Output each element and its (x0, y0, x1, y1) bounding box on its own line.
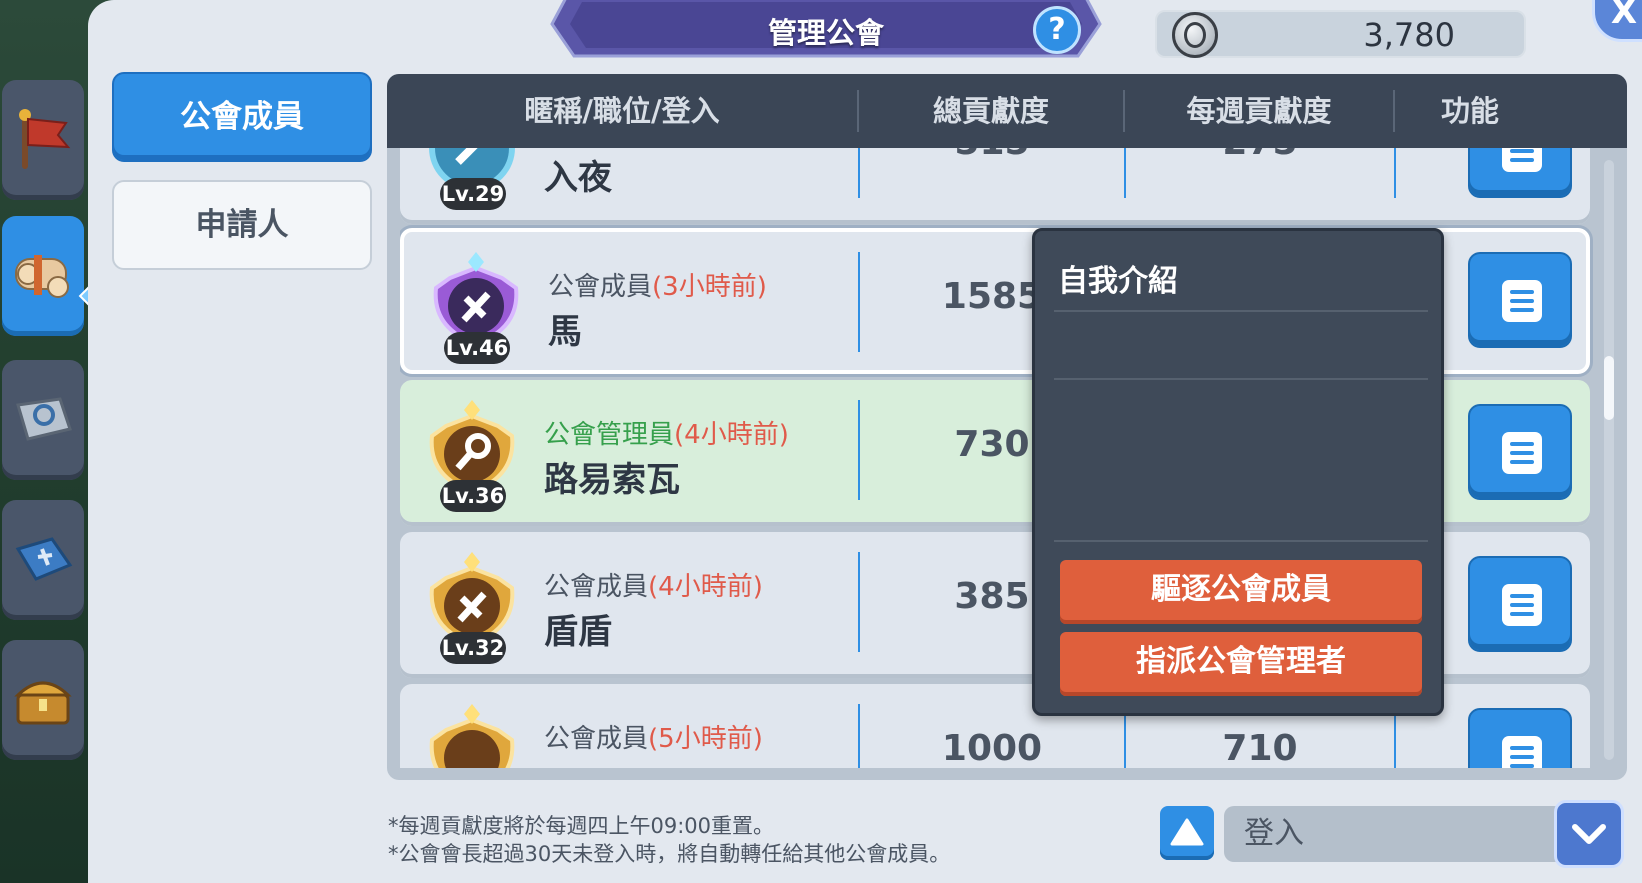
sort-select[interactable]: 登入 (1224, 806, 1564, 862)
flag-icon (19, 109, 71, 169)
rail-button-treasure[interactable] (2, 640, 84, 760)
level-badge: Lv.46 (444, 332, 510, 364)
rail-button-flag[interactable] (2, 80, 84, 200)
column-header-weekly[interactable]: 每週貢獻度 (1125, 74, 1393, 148)
role-label: 公會管理員 (544, 420, 675, 450)
scroll-icon (15, 255, 69, 298)
role-label: 公會成員 (544, 724, 649, 754)
list-icon (1502, 736, 1542, 768)
member-menu-button[interactable] (1468, 404, 1572, 500)
help-button[interactable]: ? (1033, 6, 1081, 54)
rail-button-book[interactable] (2, 500, 84, 620)
last-login: (3小時前) (652, 272, 767, 302)
popup-title: 自我介紹 (1058, 264, 1178, 299)
list-icon (1502, 584, 1542, 626)
last-login: (5小時前) (648, 724, 763, 754)
column-divider (1394, 148, 1396, 198)
rail-button-map[interactable] (2, 360, 84, 480)
weekly-reset-note: *每週貢獻度將於每週四上午09:00重置。 (388, 814, 775, 838)
member-nickname: 盾盾 (544, 612, 612, 652)
scrollbar-thumb[interactable] (1604, 356, 1614, 420)
last-login: (4小時前) (674, 420, 789, 450)
role-label: 公會成員 (544, 572, 649, 602)
column-header-nickname[interactable]: 暱稱/職位/登入 (387, 74, 857, 148)
total-contribution: 1000 (941, 728, 1043, 768)
member-menu-button[interactable] (1468, 556, 1572, 652)
level-badge: Lv.32 (440, 632, 506, 664)
popup-divider (1054, 378, 1428, 380)
weekly-contribution: 275 (1126, 148, 1394, 163)
triangle-up-icon (1170, 818, 1204, 846)
member-menu-button[interactable] (1468, 252, 1572, 348)
sort-order-button[interactable] (1160, 806, 1214, 860)
column-header-total[interactable]: 總貢獻度 (859, 74, 1123, 148)
list-icon (1502, 432, 1542, 474)
member-role: 公會成員(3小時前) (548, 266, 767, 303)
member-role: 公會成員(5小時前) (544, 718, 763, 755)
book-icon (15, 537, 73, 581)
total-contribution: 515 (860, 148, 1124, 163)
list-icon (1502, 280, 1542, 322)
chevron-down-icon (1572, 824, 1606, 844)
sort-dropdown-button[interactable] (1554, 800, 1624, 868)
column-header-function: 功能 (1440, 94, 1499, 128)
tab-applicants[interactable]: 申請人 (112, 180, 372, 270)
list-scrollbar[interactable] (1604, 160, 1614, 760)
currency-value: 3,780 (1363, 16, 1455, 54)
map-icon (16, 397, 72, 441)
table-header: 暱稱/職位/登入 總貢獻度 每週貢獻度 功能 (387, 74, 1627, 148)
rail-button-scroll[interactable] (2, 216, 84, 336)
leader-transfer-note: *公會會長超過30天未登入時，將自動轉任給其他公會成員。 (388, 842, 951, 866)
popup-divider (1054, 540, 1428, 542)
member-menu-button[interactable] (1468, 148, 1572, 198)
level-badge: Lv.29 (440, 178, 506, 210)
kick-member-button[interactable]: 驅逐公會成員 (1060, 560, 1422, 624)
rank-badge-gold-icon (429, 704, 515, 768)
member-nickname: 路易索瓦 (544, 460, 680, 500)
coin-icon-inner (1184, 22, 1206, 48)
member-role: 公會成員(4小時前) (544, 566, 763, 603)
assign-manager-button[interactable]: 指派公會管理者 (1060, 632, 1422, 696)
member-nickname: 馬 (548, 312, 582, 352)
popup-divider (1054, 310, 1428, 312)
table-row[interactable]: Lv.29 入夜 515 275 (400, 148, 1590, 224)
weekly-contribution: 710 (1222, 728, 1298, 768)
treasure-chest-icon (14, 681, 72, 725)
close-icon: X (1610, 0, 1638, 32)
page-title: 管理公會 (767, 16, 884, 50)
role-label: 公會成員 (548, 272, 653, 302)
member-nickname: 入夜 (544, 158, 612, 198)
side-menu (0, 0, 88, 883)
member-menu-button[interactable] (1468, 708, 1572, 768)
last-login: (4小時前) (648, 572, 763, 602)
level-badge: Lv.36 (440, 480, 506, 512)
tab-guild-members[interactable]: 公會成員 (112, 72, 372, 162)
list-icon (1502, 148, 1542, 172)
member-role: 公會管理員(4小時前) (544, 414, 789, 451)
